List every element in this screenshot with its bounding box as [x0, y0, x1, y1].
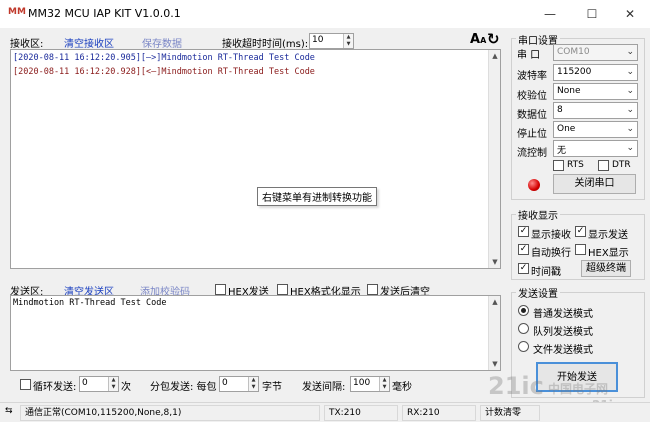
timeout-spinner-icon[interactable]: ▲ ▼ — [343, 34, 353, 48]
normal-mode-label: 普通发送模式 — [533, 309, 593, 320]
scroll-down-icon[interactable]: ▼ — [489, 358, 501, 370]
timestamp-label: 时间戳 — [531, 267, 561, 278]
font-size-icon[interactable]: AA — [470, 32, 486, 47]
loop-send-label: 循环发送: — [33, 382, 77, 393]
title-bar: MM MM32 MCU IAP KIT V1.0.0.1 — ☐ ✕ — [0, 0, 650, 28]
timestamp-checkbox[interactable]: ✓ — [518, 263, 529, 274]
status-comm: 通信正常(COM10,115200,None,8,1) — [20, 405, 320, 421]
log-line: [2020-08-11 16:12:20.905][—>]Mindmotion … — [13, 53, 315, 63]
chevron-down-icon: ⌄ — [626, 105, 634, 115]
loop-unit: 次 — [121, 382, 131, 393]
scroll-up-icon[interactable]: ▲ — [489, 296, 501, 308]
chevron-down-icon: ⌄ — [626, 67, 634, 77]
loop-spinner-icon[interactable]: ▲ ▼ — [108, 377, 118, 391]
reset-count-button[interactable]: 计数清零 — [480, 405, 540, 421]
status-tx: TX:210 — [324, 405, 398, 421]
status-bar: ⇆ 通信正常(COM10,115200,None,8,1) TX:210 RX:… — [0, 402, 650, 422]
connection-icon: ⇆ — [5, 406, 13, 416]
file-mode-radio[interactable] — [518, 341, 529, 352]
window-title: MM32 MCU IAP KIT V1.0.0.1 — [28, 7, 181, 20]
hex-format-checkbox[interactable] — [277, 284, 288, 295]
flow-label: 流控制 — [517, 148, 547, 159]
databits-select[interactable]: 8 ⌄ — [553, 102, 638, 119]
show-send-checkbox[interactable]: ✓ — [575, 226, 586, 237]
packet-size-input[interactable]: 0 ▲ ▼ — [219, 376, 259, 392]
receive-scrollbar[interactable]: ▲ ▼ — [488, 50, 500, 268]
send-settings-title: 发送设置 — [516, 285, 560, 300]
chevron-down-icon: ⌄ — [626, 47, 634, 57]
timeout-label: 接收超时时间(ms): — [222, 39, 309, 50]
dtr-label: DTR — [612, 160, 631, 170]
packet-unit: 字节 — [262, 382, 282, 393]
normal-mode-radio[interactable] — [518, 305, 529, 316]
databits-label: 数据位 — [517, 110, 547, 121]
watermark-site: 中国电子网 — [548, 382, 609, 396]
clear-after-send-checkbox[interactable] — [367, 284, 378, 295]
chevron-down-icon: ⌄ — [626, 124, 634, 134]
save-data-link[interactable]: 保存数据 — [142, 35, 182, 50]
refresh-icon[interactable]: ↻ — [487, 30, 500, 48]
context-tooltip: 右键菜单有进制转换功能 — [257, 187, 377, 206]
log-line: [2020-08-11 16:12:20.928][<—]Mindmotion … — [13, 67, 315, 77]
auto-wrap-checkbox[interactable]: ✓ — [518, 244, 529, 255]
send-textarea[interactable]: Mindmotion RT-Thread Test Code ▲ ▼ — [10, 295, 501, 371]
file-mode-label: 文件发送模式 — [533, 345, 593, 356]
status-rx: RX:210 — [402, 405, 476, 421]
show-recv-checkbox[interactable]: ✓ — [518, 226, 529, 237]
chevron-down-icon: ⌄ — [626, 86, 634, 96]
minimize-button[interactable]: — — [530, 2, 570, 26]
interval-label: 发送间隔: — [302, 382, 346, 393]
send-scrollbar[interactable]: ▲ ▼ — [488, 296, 500, 370]
receive-label: 接收区: — [10, 39, 44, 50]
super-terminal-button[interactable]: 超级终端 — [581, 260, 631, 277]
packet-label: 分包发送: 每包 — [150, 382, 217, 393]
queue-mode-radio[interactable] — [518, 323, 529, 334]
interval-unit: 毫秒 — [392, 382, 412, 393]
parity-select[interactable]: None ⌄ — [553, 83, 638, 100]
flow-select[interactable]: 无 ⌄ — [553, 140, 638, 157]
interval-spinner-icon[interactable]: ▲ ▼ — [379, 377, 389, 391]
close-port-button[interactable]: 关闭串口 — [553, 174, 636, 194]
loop-send-checkbox[interactable] — [20, 379, 31, 390]
baud-select[interactable]: 115200 ⌄ — [553, 64, 638, 81]
rts-label: RTS — [567, 160, 584, 170]
stopbits-select[interactable]: One ⌄ — [553, 121, 638, 138]
hex-show-checkbox[interactable] — [575, 244, 586, 255]
scroll-down-icon[interactable]: ▼ — [489, 256, 501, 268]
loop-count-input[interactable]: 0 ▲ ▼ — [79, 376, 119, 392]
parity-label: 校验位 — [517, 91, 547, 102]
queue-mode-label: 队列发送模式 — [533, 327, 593, 338]
baud-label: 波特率 — [517, 71, 547, 82]
app-icon: MM — [8, 7, 26, 17]
interval-input[interactable]: 100 ▲ ▼ — [350, 376, 390, 392]
chevron-down-icon: ⌄ — [626, 143, 634, 153]
port-label: 串 口 — [517, 50, 541, 61]
hex-send-checkbox[interactable] — [215, 284, 226, 295]
clear-receive-link[interactable]: 清空接收区 — [64, 35, 114, 50]
port-status-led-icon — [528, 179, 540, 191]
send-text: Mindmotion RT-Thread Test Code — [13, 298, 167, 308]
timeout-input[interactable]: 10 ▲ ▼ — [309, 33, 354, 49]
receive-display-title: 接收显示 — [516, 207, 560, 222]
auto-wrap-label: 自动换行 — [531, 248, 571, 259]
scroll-up-icon[interactable]: ▲ — [489, 50, 501, 62]
packet-spinner-icon[interactable]: ▲ ▼ — [248, 377, 258, 391]
port-select[interactable]: COM10 ⌄ — [553, 44, 638, 61]
hex-show-label: HEX显示 — [588, 248, 629, 259]
maximize-button[interactable]: ☐ — [572, 2, 612, 26]
stopbits-label: 停止位 — [517, 129, 547, 140]
watermark-brand: 21ic — [488, 372, 544, 400]
show-send-label: 显示发送 — [588, 230, 628, 241]
show-recv-label: 显示接收 — [531, 230, 571, 241]
close-button[interactable]: ✕ — [610, 2, 650, 26]
dtr-checkbox[interactable] — [598, 160, 609, 171]
rts-checkbox[interactable] — [553, 160, 564, 171]
receive-textarea[interactable]: [2020-08-11 16:12:20.905][—>]Mindmotion … — [10, 49, 501, 269]
